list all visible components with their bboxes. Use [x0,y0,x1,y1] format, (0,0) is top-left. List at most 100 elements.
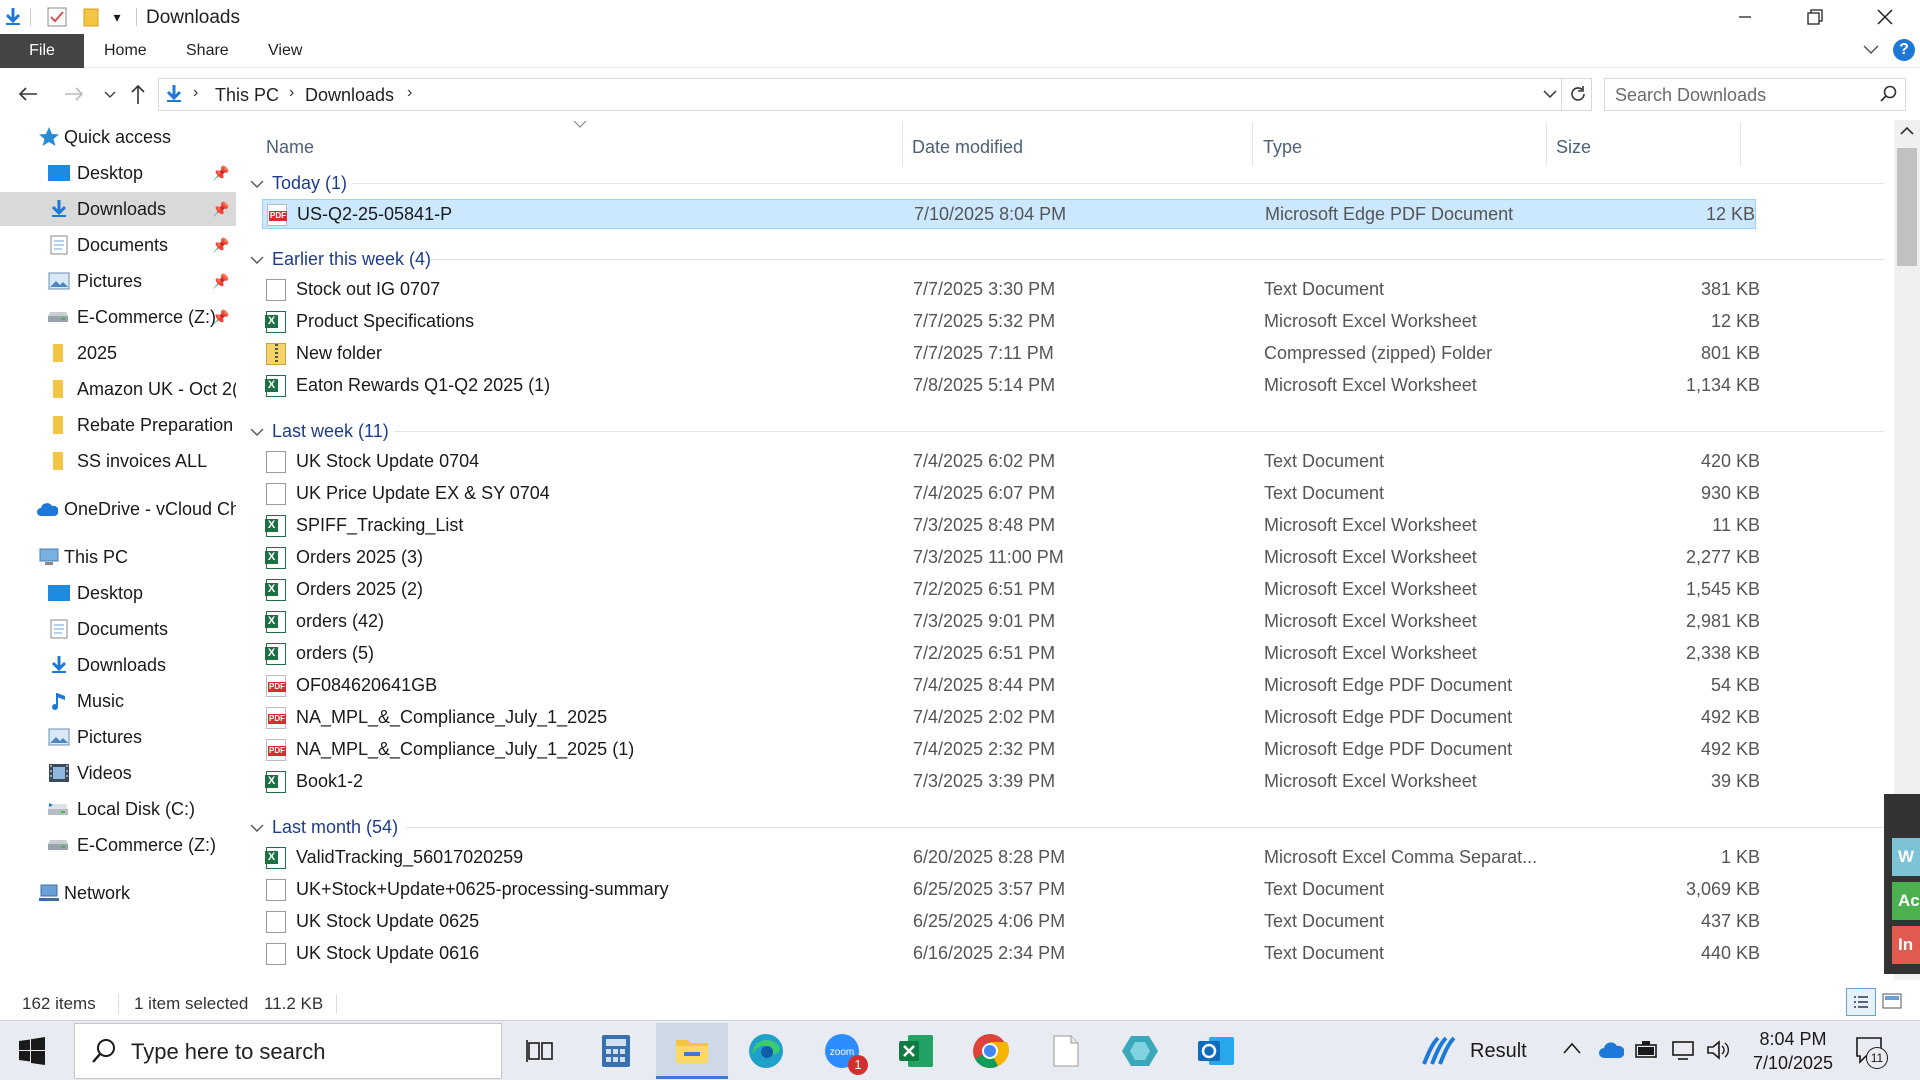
expand-ribbon-chevron-icon[interactable] [1862,40,1880,63]
file-row[interactable]: OF084620641GB 7/4/2025 8:44 PM Microsoft E… [262,671,1776,701]
file-row[interactable]: UK Price Update EX & SY 0704 7/4/2025 6:0… [262,479,1776,509]
collapse-chevron-icon[interactable] [250,249,264,270]
azure-data-studio-app-icon[interactable] [1104,1023,1176,1079]
taskbar-search-input[interactable] [131,1038,491,1066]
breadcrumb-downloads[interactable]: Downloads [305,85,394,106]
zoom-app-icon[interactable]: zoom 1 [806,1023,878,1079]
file-tab[interactable]: File [0,34,84,68]
collapse-chevron-icon[interactable] [250,173,264,194]
group-header[interactable]: Today (1) [250,168,347,198]
column-separator[interactable] [1252,122,1253,166]
group-header[interactable]: Last month (54) [250,812,398,842]
search-icon[interactable] [1879,85,1897,108]
file-row[interactable]: New folder 7/7/2025 7:11 PM Compressed (zi… [262,339,1776,369]
nav-pc-documents[interactable]: Documents [0,612,236,646]
address-bar[interactable]: › This PC › Downloads › [158,78,1592,111]
nav-pc-desktop[interactable]: Desktop [0,576,236,610]
breadcrumb-separator-icon[interactable]: › [193,84,198,102]
nav-pc-videos[interactable]: Videos [0,756,236,790]
notifications-icon[interactable]: 11 [1854,1035,1888,1070]
side-widget-button-ac[interactable]: Ac [1892,882,1920,920]
nav-item-amazon-uk[interactable]: Amazon UK - Oct 2( [0,372,236,406]
file-row[interactable]: ValidTracking_56017020259 6/20/2025 8:28 … [262,843,1776,873]
tab-view[interactable]: View [268,34,302,68]
search-input[interactable] [1615,83,1865,107]
breadcrumb-separator-icon[interactable]: › [289,84,294,102]
nav-pc-e-commerce-drive[interactable]: E-Commerce (Z:) [0,828,236,862]
show-hidden-icons-chevron-icon[interactable] [1562,1041,1582,1060]
nav-onedrive[interactable]: OneDrive - vCloud Ch [0,492,236,526]
excel-app-icon[interactable] [880,1023,952,1079]
search-box[interactable] [1604,78,1906,111]
properties-checkmark-icon[interactable] [46,6,68,28]
close-button[interactable] [1850,0,1920,34]
tab-home[interactable]: Home [104,34,147,68]
group-header[interactable]: Earlier this week (4) [250,244,431,274]
scroll-up-arrow-icon[interactable] [1900,124,1914,142]
file-explorer-app-icon[interactable] [656,1023,728,1079]
windows-start-icon[interactable] [18,1037,46,1070]
restore-button[interactable] [1780,0,1850,34]
minimize-button[interactable] [1710,0,1780,34]
details-view-icon[interactable] [1846,988,1876,1016]
breadcrumb-separator-icon[interactable]: › [407,84,412,102]
outlook-app-icon[interactable] [1180,1023,1252,1079]
file-row[interactable]: UK Stock Update 0616 6/16/2025 2:34 PM Tex… [262,939,1776,969]
battery-icon[interactable] [1634,1039,1660,1066]
taskbar-clock[interactable]: 8:04 PM 7/10/2025 [1750,1027,1836,1075]
nav-network[interactable]: Network [0,876,236,910]
nav-item-folder-2025[interactable]: 2025 [0,336,236,370]
address-history-chevron-icon[interactable] [1543,87,1557,106]
up-arrow-icon[interactable] [124,80,152,108]
calculator-app-icon[interactable] [580,1023,652,1079]
notepad-app-icon[interactable] [1030,1023,1102,1079]
nav-item-downloads[interactable]: Downloads 📌 [0,192,236,226]
nav-item-documents[interactable]: Documents 📌 [0,228,236,262]
nav-pc-local-disk[interactable]: Local Disk (C:) [0,792,236,826]
file-row[interactable]: Orders 2025 (3) 7/3/2025 11:00 PM Microsof… [262,543,1776,573]
weather-widget[interactable]: Result [1420,1021,1527,1080]
nav-item-ss-invoices[interactable]: SS invoices ALL [0,444,236,478]
pin-icon[interactable]: 📌 [212,165,229,182]
pin-icon[interactable]: 📌 [212,273,229,290]
side-widget-button-w[interactable]: W [1892,838,1920,876]
column-separator[interactable] [1546,122,1547,166]
downloads-arrow-icon[interactable] [2,6,24,28]
nav-pc-downloads[interactable]: Downloads [0,648,236,682]
volume-icon[interactable] [1706,1039,1732,1066]
column-separator[interactable] [1740,122,1741,166]
qat-customize-dropdown-icon[interactable]: ▾ [106,6,128,28]
back-arrow-icon[interactable] [14,80,42,108]
file-row[interactable]: orders (42) 7/3/2025 9:01 PM Microsoft Exc… [262,607,1776,637]
scrollbar-thumb[interactable] [1897,148,1917,266]
group-header[interactable]: Last week (11) [250,416,389,446]
collapse-chevron-icon[interactable] [250,817,264,838]
refresh-icon[interactable] [1569,85,1587,108]
column-header-type[interactable]: Type [1263,130,1302,164]
file-row[interactable]: Orders 2025 (2) 7/2/2025 6:51 PM Microsoft… [262,575,1776,605]
new-folder-icon[interactable] [80,6,102,28]
breadcrumb-this-pc[interactable]: This PC [215,85,279,106]
help-icon[interactable]: ? [1893,39,1915,61]
file-row[interactable]: Stock out IG 0707 7/7/2025 3:30 PM Text Do… [262,275,1776,305]
nav-item-desktop[interactable]: Desktop 📌 [0,156,236,190]
chrome-browser-app-icon[interactable] [954,1023,1026,1079]
file-row[interactable]: Book1-2 7/3/2025 3:39 PM Microsoft Excel W… [262,767,1776,797]
file-row[interactable]: US-Q2-25-05841-P 7/10/2025 8:04 PM Microso… [262,199,1756,229]
column-header-size[interactable]: Size [1556,130,1591,164]
nav-item-e-commerce-drive[interactable]: E-Commerce (Z:) 📌 [0,300,236,334]
tab-share[interactable]: Share [186,34,229,68]
forward-arrow-icon[interactable] [60,80,88,108]
onedrive-tray-icon[interactable] [1598,1041,1625,1064]
nav-pc-pictures[interactable]: Pictures [0,720,236,754]
file-row[interactable]: UK+Stock+Update+0625-processing-summary 6… [262,875,1776,905]
file-row[interactable]: NA_MPL_&_Compliance_July_1_2025 7/4/2025 … [262,703,1776,733]
file-row[interactable]: Product Specifications 7/7/2025 5:32 PM Mi… [262,307,1776,337]
column-header-date-modified[interactable]: Date modified [912,130,1023,164]
file-row[interactable]: UK Stock Update 0625 6/25/2025 4:06 PM Tex… [262,907,1776,937]
pin-icon[interactable]: 📌 [212,309,229,326]
file-row[interactable]: UK Stock Update 0704 7/4/2025 6:02 PM Text… [262,447,1776,477]
taskbar-search[interactable] [74,1023,502,1079]
column-header-name[interactable]: Name [266,130,314,164]
pin-icon[interactable]: 📌 [212,237,229,254]
